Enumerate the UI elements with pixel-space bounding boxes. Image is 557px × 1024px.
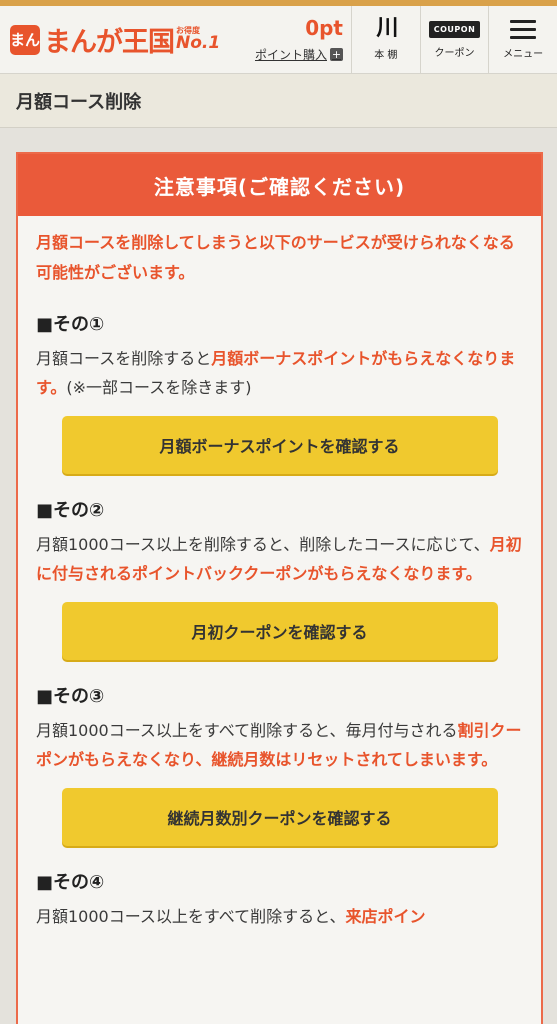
menu-button[interactable]: メニュー [489,6,557,73]
points-balance: 0pt [305,16,343,40]
section-4: ■その④ 月額1000コース以上をすべて削除すると、来店ポイン [36,868,523,931]
section-title: ■その② [36,500,105,521]
continuation-coupon-button[interactable]: 継続月数別クーポンを確認する [61,788,498,846]
desc-text: 月額1000コース以上をすべて削除すると、毎月付与される [36,721,458,740]
desc-text: 月額コースを削除すると [36,349,212,368]
book-logo-icon: まん [10,24,40,55]
section-1: ■その① 月額コースを削除すると月額ボーナスポイントがもらえなくなります。(※一… [36,310,523,474]
section-title: ■その③ [36,686,105,707]
buy-points-link[interactable]: ポイント購入 + [255,46,343,63]
coupon-icon: COUPON [428,20,481,38]
desc-text: 月額1000コース以上をすべて削除すると、 [36,907,346,926]
page-title: 月額コース削除 [16,91,142,113]
section-title: ■その④ [36,872,105,893]
section-description: 月額1000コース以上をすべて削除すると、来店ポイン [36,902,523,931]
coupon-button[interactable]: COUPON クーポン [421,6,490,73]
section-description: 月額1000コース以上をすべて削除すると、毎月付与される割引クーポンがもらえなく… [36,716,523,774]
plus-icon: + [330,48,343,61]
notice-intro: 月額コースを削除してしまうと以下のサービスが受けられなくなる可能性がございます。 [36,233,515,282]
buy-points-label: ポイント購入 [254,48,327,62]
site-header: まん まんが王国 お得度 No.1 0pt ポイント購入 + 川 本 棚 COU… [0,6,557,74]
section-3: ■その③ 月額1000コース以上をすべて削除すると、毎月付与される割引クーポンが… [36,682,523,846]
logo-badge-big: No.1 [176,33,221,53]
desc-highlight: 来店ポイン [345,907,426,926]
bookshelf-icon: 川 [376,16,398,41]
page-title-bar: 月額コース削除 [0,74,557,128]
section-2: ■その② 月額1000コース以上を削除すると、削除したコースに応じて、月初に付与… [36,496,523,660]
section-title: ■その① [36,314,105,335]
notice-box: 注意事項(ご確認ください) 月額コースを削除してしまうと以下のサービスが受けられ… [16,152,543,1024]
points-area: 0pt ポイント購入 + [230,6,352,73]
logo-badge: お得度 No.1 [176,27,220,52]
month-start-coupon-button[interactable]: 月初クーポンを確認する [61,602,498,660]
desc-text: 月額1000コース以上を削除すると、削除したコースに応じて、 [36,535,490,554]
menu-label: メニュー [503,48,544,60]
monthly-bonus-points-button[interactable]: 月額ボーナスポイントを確認する [61,416,498,474]
notice-heading: 注意事項(ご確認ください) [18,154,541,216]
section-description: 月額1000コース以上を削除すると、削除したコースに応じて、月初に付与されるポイ… [36,530,523,588]
hamburger-menu-icon [510,19,537,39]
bookshelf-label: 本 棚 [374,50,398,61]
coupon-label: クーポン [434,47,475,59]
logo-text: まんが王国 [44,27,175,58]
bookshelf-button[interactable]: 川 本 棚 [352,6,421,73]
desc-note: (※一部コースを除きます) [66,378,252,397]
site-logo[interactable]: まん まんが王国 お得度 No.1 [0,6,230,73]
section-description: 月額コースを削除すると月額ボーナスポイントがもらえなくなります。(※一部コースを… [36,344,523,402]
notice-body: 月額コースを削除してしまうと以下のサービスが受けられなくなる可能性がございます。… [18,216,541,931]
